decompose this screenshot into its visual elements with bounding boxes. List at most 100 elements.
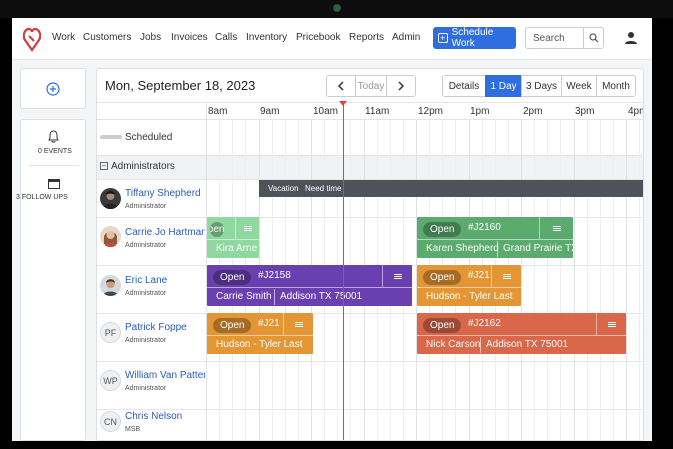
nav-item-admin[interactable]: Admin	[392, 32, 420, 43]
job-menu-icon[interactable]	[539, 217, 573, 239]
tech-role: Administrator	[125, 337, 167, 344]
tech-role: Administrator	[125, 242, 167, 249]
tech-row[interactable]: CN Chris Nelson MSB	[97, 409, 206, 440]
job-status: Open	[423, 318, 462, 333]
top-nav: Work Customers Jobs Invoices Calls Inven…	[12, 18, 652, 60]
hour-label: 4pm	[628, 106, 643, 117]
current-time-marker	[339, 101, 347, 106]
current-time-line	[343, 103, 344, 440]
grid-line	[587, 120, 588, 440]
job-card[interactable]: Open #J2158 Carrie Smith Addison TX 7500…	[207, 265, 412, 306]
tech-row[interactable]: Carrie Jo Hartman Administrator	[97, 217, 206, 265]
nav-item-jobs[interactable]: Jobs	[140, 32, 161, 43]
nav-item-invoices[interactable]: Invoices	[171, 32, 208, 43]
left-sidebar: 0 EVENTS 3 FOLLOW UPS	[16, 68, 86, 441]
job-address: Addison TX 75001	[480, 337, 568, 353]
job-customer: Kira Arne	[216, 243, 258, 254]
grid-line	[613, 120, 614, 440]
tech-row[interactable]: PF Patrick Foppe Administrator	[97, 313, 206, 361]
tech-row[interactable]: WP William Van Patten Administrator	[97, 361, 206, 409]
view-month-button[interactable]: Month	[596, 75, 636, 97]
job-card[interactable]: Open #J2162 Nick Carson Addison TX 75001	[417, 313, 626, 354]
tech-name[interactable]: Tiffany Shepherd	[125, 188, 205, 199]
user-account-icon[interactable]	[624, 31, 638, 45]
grid-line	[534, 120, 535, 440]
vacation-block[interactable]: Vacation Need time	[259, 180, 643, 197]
tech-name[interactable]: Eric Lane	[125, 275, 205, 286]
brand-logo[interactable]	[23, 26, 41, 52]
follow-ups-label[interactable]: 3 FOLLOW UPS	[16, 194, 68, 201]
job-menu-icon[interactable]	[235, 217, 259, 239]
hour-label: 12pm	[418, 106, 444, 117]
job-id: #J21	[468, 270, 490, 281]
job-menu-icon[interactable]	[491, 265, 521, 287]
search-icon[interactable]	[583, 28, 603, 48]
grid-line	[560, 120, 561, 440]
hour-label: 9am	[260, 106, 280, 117]
collapse-icon[interactable]: −	[100, 162, 108, 170]
view-details-button[interactable]: Details	[442, 75, 486, 97]
grid-line	[639, 120, 640, 440]
add-event-button[interactable]	[20, 68, 86, 109]
nav-item-inventory[interactable]: Inventory	[246, 32, 287, 43]
current-date-title: Mon, September 18, 2023	[105, 78, 256, 93]
job-card[interactable]: Open #J21 Hudson - Tyler Last	[207, 313, 313, 354]
bell-icon[interactable]	[48, 130, 59, 143]
dispatch-calendar: Mon, September 18, 2023 Today Details 1 …	[96, 68, 644, 441]
job-status: Open	[213, 318, 252, 333]
search-input[interactable]: Search	[525, 27, 604, 49]
job-divider	[207, 287, 412, 288]
nav-item-customers[interactable]: Customers	[83, 32, 131, 43]
group-header-administrators[interactable]: − Administrators	[97, 155, 206, 179]
nav-item-work[interactable]: Work	[52, 32, 75, 43]
tech-row[interactable]: Eric Lane Administrator	[97, 265, 206, 313]
tech-name[interactable]: William Van Patten	[125, 370, 205, 381]
calendar-icon[interactable]	[48, 178, 60, 189]
tech-name[interactable]: Patrick Foppe	[125, 322, 205, 333]
sidebar-divider	[29, 165, 79, 166]
job-customer: Karen Shepherd	[426, 243, 499, 254]
avatar-initials: PF	[100, 322, 121, 343]
job-card[interactable]: Open #J21 Hudson - Tyler Last	[417, 265, 521, 306]
hour-label: 11am	[365, 106, 390, 117]
add-circle-icon	[46, 81, 60, 96]
plus-icon: +	[438, 33, 448, 43]
grid-line	[574, 120, 575, 440]
job-card[interactable]: Open #J2160 Karen Shepherd Grand Prairie…	[417, 217, 573, 258]
job-menu-icon[interactable]	[596, 313, 626, 335]
job-customer: Hudson - Tyler Last	[426, 291, 513, 302]
nav-item-calls[interactable]: Calls	[215, 32, 237, 43]
job-status: Open	[423, 222, 462, 237]
view-1-day-button[interactable]: 1 Day	[485, 75, 522, 97]
today-button[interactable]: Today	[355, 75, 387, 97]
avatar	[100, 188, 121, 209]
tech-role: Administrator	[125, 203, 167, 210]
prev-day-button[interactable]	[326, 75, 356, 97]
view-week-button[interactable]: Week	[561, 75, 597, 97]
nav-item-reports[interactable]: Reports	[349, 32, 384, 43]
tech-name[interactable]: Chris Nelson	[125, 411, 205, 422]
tech-role: MSB	[125, 426, 141, 433]
tech-row[interactable]: Tiffany Shepherd Administrator	[97, 179, 206, 217]
schedule-work-button[interactable]: + Schedule Work	[433, 27, 516, 49]
grid-line	[600, 120, 601, 440]
job-card[interactable]: Open Kira Arne	[207, 217, 259, 258]
avatar-initials: WP	[100, 370, 121, 391]
nav-item-pricebook[interactable]: Pricebook	[296, 32, 340, 43]
search-placeholder: Search	[533, 33, 565, 44]
device-frame: Work Customers Jobs Invoices Calls Inven…	[0, 0, 673, 449]
sidebar-panel: 0 EVENTS 3 FOLLOW UPS	[16, 119, 86, 441]
view-3-days-button[interactable]: 3 Days	[521, 75, 562, 97]
job-menu-icon[interactable]	[283, 313, 313, 335]
app-screen: Work Customers Jobs Invoices Calls Inven…	[12, 18, 652, 441]
next-day-button[interactable]	[386, 75, 416, 97]
job-menu-icon[interactable]	[382, 265, 412, 287]
grid-line	[521, 120, 522, 440]
tech-name[interactable]: Carrie Jo Hartman	[125, 227, 205, 238]
hour-label: 1pm	[470, 106, 490, 117]
job-id: #J2160	[468, 222, 501, 233]
scheduled-logo-icon	[100, 135, 122, 139]
grid-line	[547, 120, 548, 440]
events-count-label[interactable]: 0 EVENTS	[38, 148, 72, 155]
job-divider	[207, 335, 313, 336]
